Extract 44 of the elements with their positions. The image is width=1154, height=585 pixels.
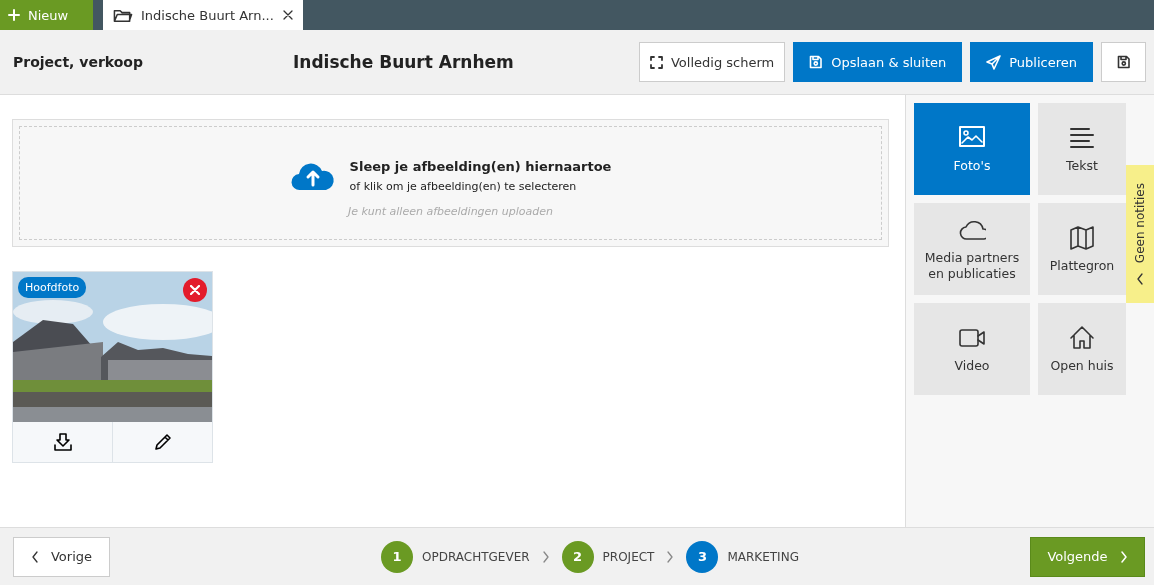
step-label: PROJECT (602, 549, 655, 564)
chevron-left-icon (1136, 273, 1144, 286)
edit-button[interactable] (113, 422, 212, 462)
fullscreen-button[interactable]: Volledig scherm (638, 42, 786, 82)
previous-button[interactable]: Vorige (13, 536, 110, 577)
chevron-left-icon (30, 550, 39, 563)
page-title: Indische Buurt Arnhem (293, 52, 515, 72)
floppy-disk-icon (1116, 55, 1131, 69)
notes-tab[interactable]: Geen notities (1126, 165, 1154, 303)
upload-dropzone[interactable]: Sleep je afbeelding(en) hiernaartoe of klik om je afbeelding(en) te selecteren Je kunt alleen afbeeldingen uploaden (12, 119, 889, 247)
expand-icon (649, 55, 663, 69)
category-tile[interactable]: Plattegron (1038, 203, 1126, 295)
folder-icon (113, 7, 133, 23)
save-close-button[interactable]: Opslaan & sluiten (793, 42, 963, 82)
dropzone-hint: Je kunt alleen afbeeldingen uploaden (347, 204, 554, 218)
chevron-right-icon (541, 550, 550, 563)
plus-icon (8, 9, 20, 21)
category-tile[interactable]: Tekst (1038, 103, 1126, 195)
category-tile[interactable]: Video (914, 303, 1030, 395)
category-tile[interactable]: Open huis (1038, 303, 1126, 395)
download-icon (52, 432, 73, 452)
save-button[interactable] (1101, 42, 1146, 82)
map-icon (1068, 224, 1096, 253)
dropzone-title: Sleep je afbeelding(en) hiernaartoe (349, 158, 612, 174)
step-number: 1 (381, 540, 414, 573)
dropzone-subtitle: of klik om je afbeelding(en) te selecteren (349, 179, 578, 193)
category-tile[interactable]: Foto's (914, 103, 1030, 195)
pencil-icon (152, 432, 173, 452)
tab[interactable]: Indische Buurt Arn... (103, 0, 303, 30)
chevron-right-icon (666, 550, 675, 563)
download-button[interactable] (13, 422, 113, 462)
step-number: 2 (561, 540, 594, 573)
main-photo-badge: Hoofdfoto (18, 277, 87, 298)
step-label: OPDRACHTGEVER (422, 549, 530, 564)
floppy-disk-icon (809, 55, 824, 69)
publish-button[interactable]: Publiceren (970, 42, 1093, 82)
section-title: Project, verkoop (13, 54, 144, 70)
step-label: MARKETING (727, 549, 799, 564)
chevron-right-icon (1119, 550, 1128, 563)
category-tile[interactable]: Media partners en publicaties (914, 203, 1030, 295)
close-icon[interactable] (283, 10, 293, 20)
close-icon (190, 285, 200, 295)
paper-plane-icon (986, 54, 1002, 70)
step-number: 3 (686, 540, 719, 573)
